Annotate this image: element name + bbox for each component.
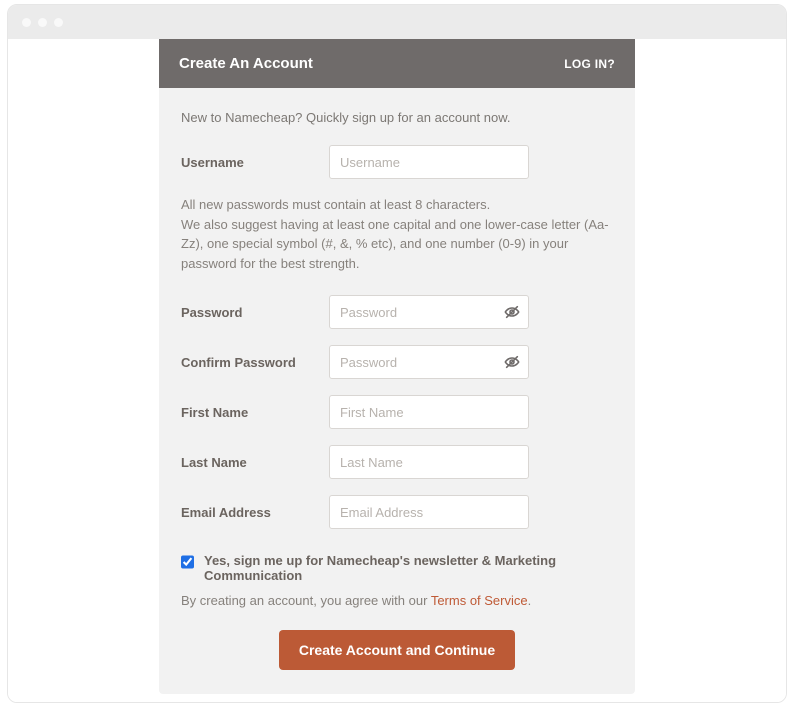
signup-card: Create An Account LOG IN? New to Nameche… (159, 39, 635, 694)
card-header: Create An Account LOG IN? (159, 39, 635, 88)
terms-suffix: . (528, 593, 532, 608)
intro-text: New to Namecheap? Quickly sign up for an… (181, 110, 613, 125)
field-row-confirm: Confirm Password (181, 345, 613, 379)
newsletter-label: Yes, sign me up for Namecheap's newslett… (204, 553, 613, 583)
browser-frame: Create An Account LOG IN? New to Nameche… (7, 4, 787, 703)
terms-prefix: By creating an account, you agree with o… (181, 593, 431, 608)
card-title: Create An Account (179, 55, 313, 72)
username-label: Username (181, 155, 329, 170)
confirm-password-input[interactable] (329, 345, 529, 379)
field-row-email: Email Address (181, 495, 613, 529)
username-input[interactable] (329, 145, 529, 179)
window-dot (54, 18, 63, 27)
eye-off-icon[interactable] (504, 354, 520, 370)
last-name-label: Last Name (181, 455, 329, 470)
newsletter-row: Yes, sign me up for Namecheap's newslett… (181, 553, 613, 583)
email-label: Email Address (181, 505, 329, 520)
newsletter-checkbox[interactable] (181, 555, 194, 569)
password-label: Password (181, 305, 329, 320)
terms-link[interactable]: Terms of Service (431, 593, 528, 608)
first-name-label: First Name (181, 405, 329, 420)
last-name-input[interactable] (329, 445, 529, 479)
field-row-last: Last Name (181, 445, 613, 479)
first-name-input[interactable] (329, 395, 529, 429)
terms-text: By creating an account, you agree with o… (181, 593, 613, 608)
password-helper: All new passwords must contain at least … (181, 195, 613, 273)
browser-titlebar (8, 5, 786, 39)
window-dot (38, 18, 47, 27)
eye-off-icon[interactable] (504, 304, 520, 320)
viewport: Create An Account LOG IN? New to Nameche… (8, 39, 786, 702)
confirm-label: Confirm Password (181, 355, 329, 370)
window-dot (22, 18, 31, 27)
email-input[interactable] (329, 495, 529, 529)
card-body: New to Namecheap? Quickly sign up for an… (159, 88, 635, 694)
login-link[interactable]: LOG IN? (564, 57, 615, 71)
field-row-first: First Name (181, 395, 613, 429)
password-input[interactable] (329, 295, 529, 329)
field-row-password: Password (181, 295, 613, 329)
create-account-button[interactable]: Create Account and Continue (279, 630, 515, 670)
submit-wrap: Create Account and Continue (181, 630, 613, 670)
field-row-username: Username (181, 145, 613, 179)
